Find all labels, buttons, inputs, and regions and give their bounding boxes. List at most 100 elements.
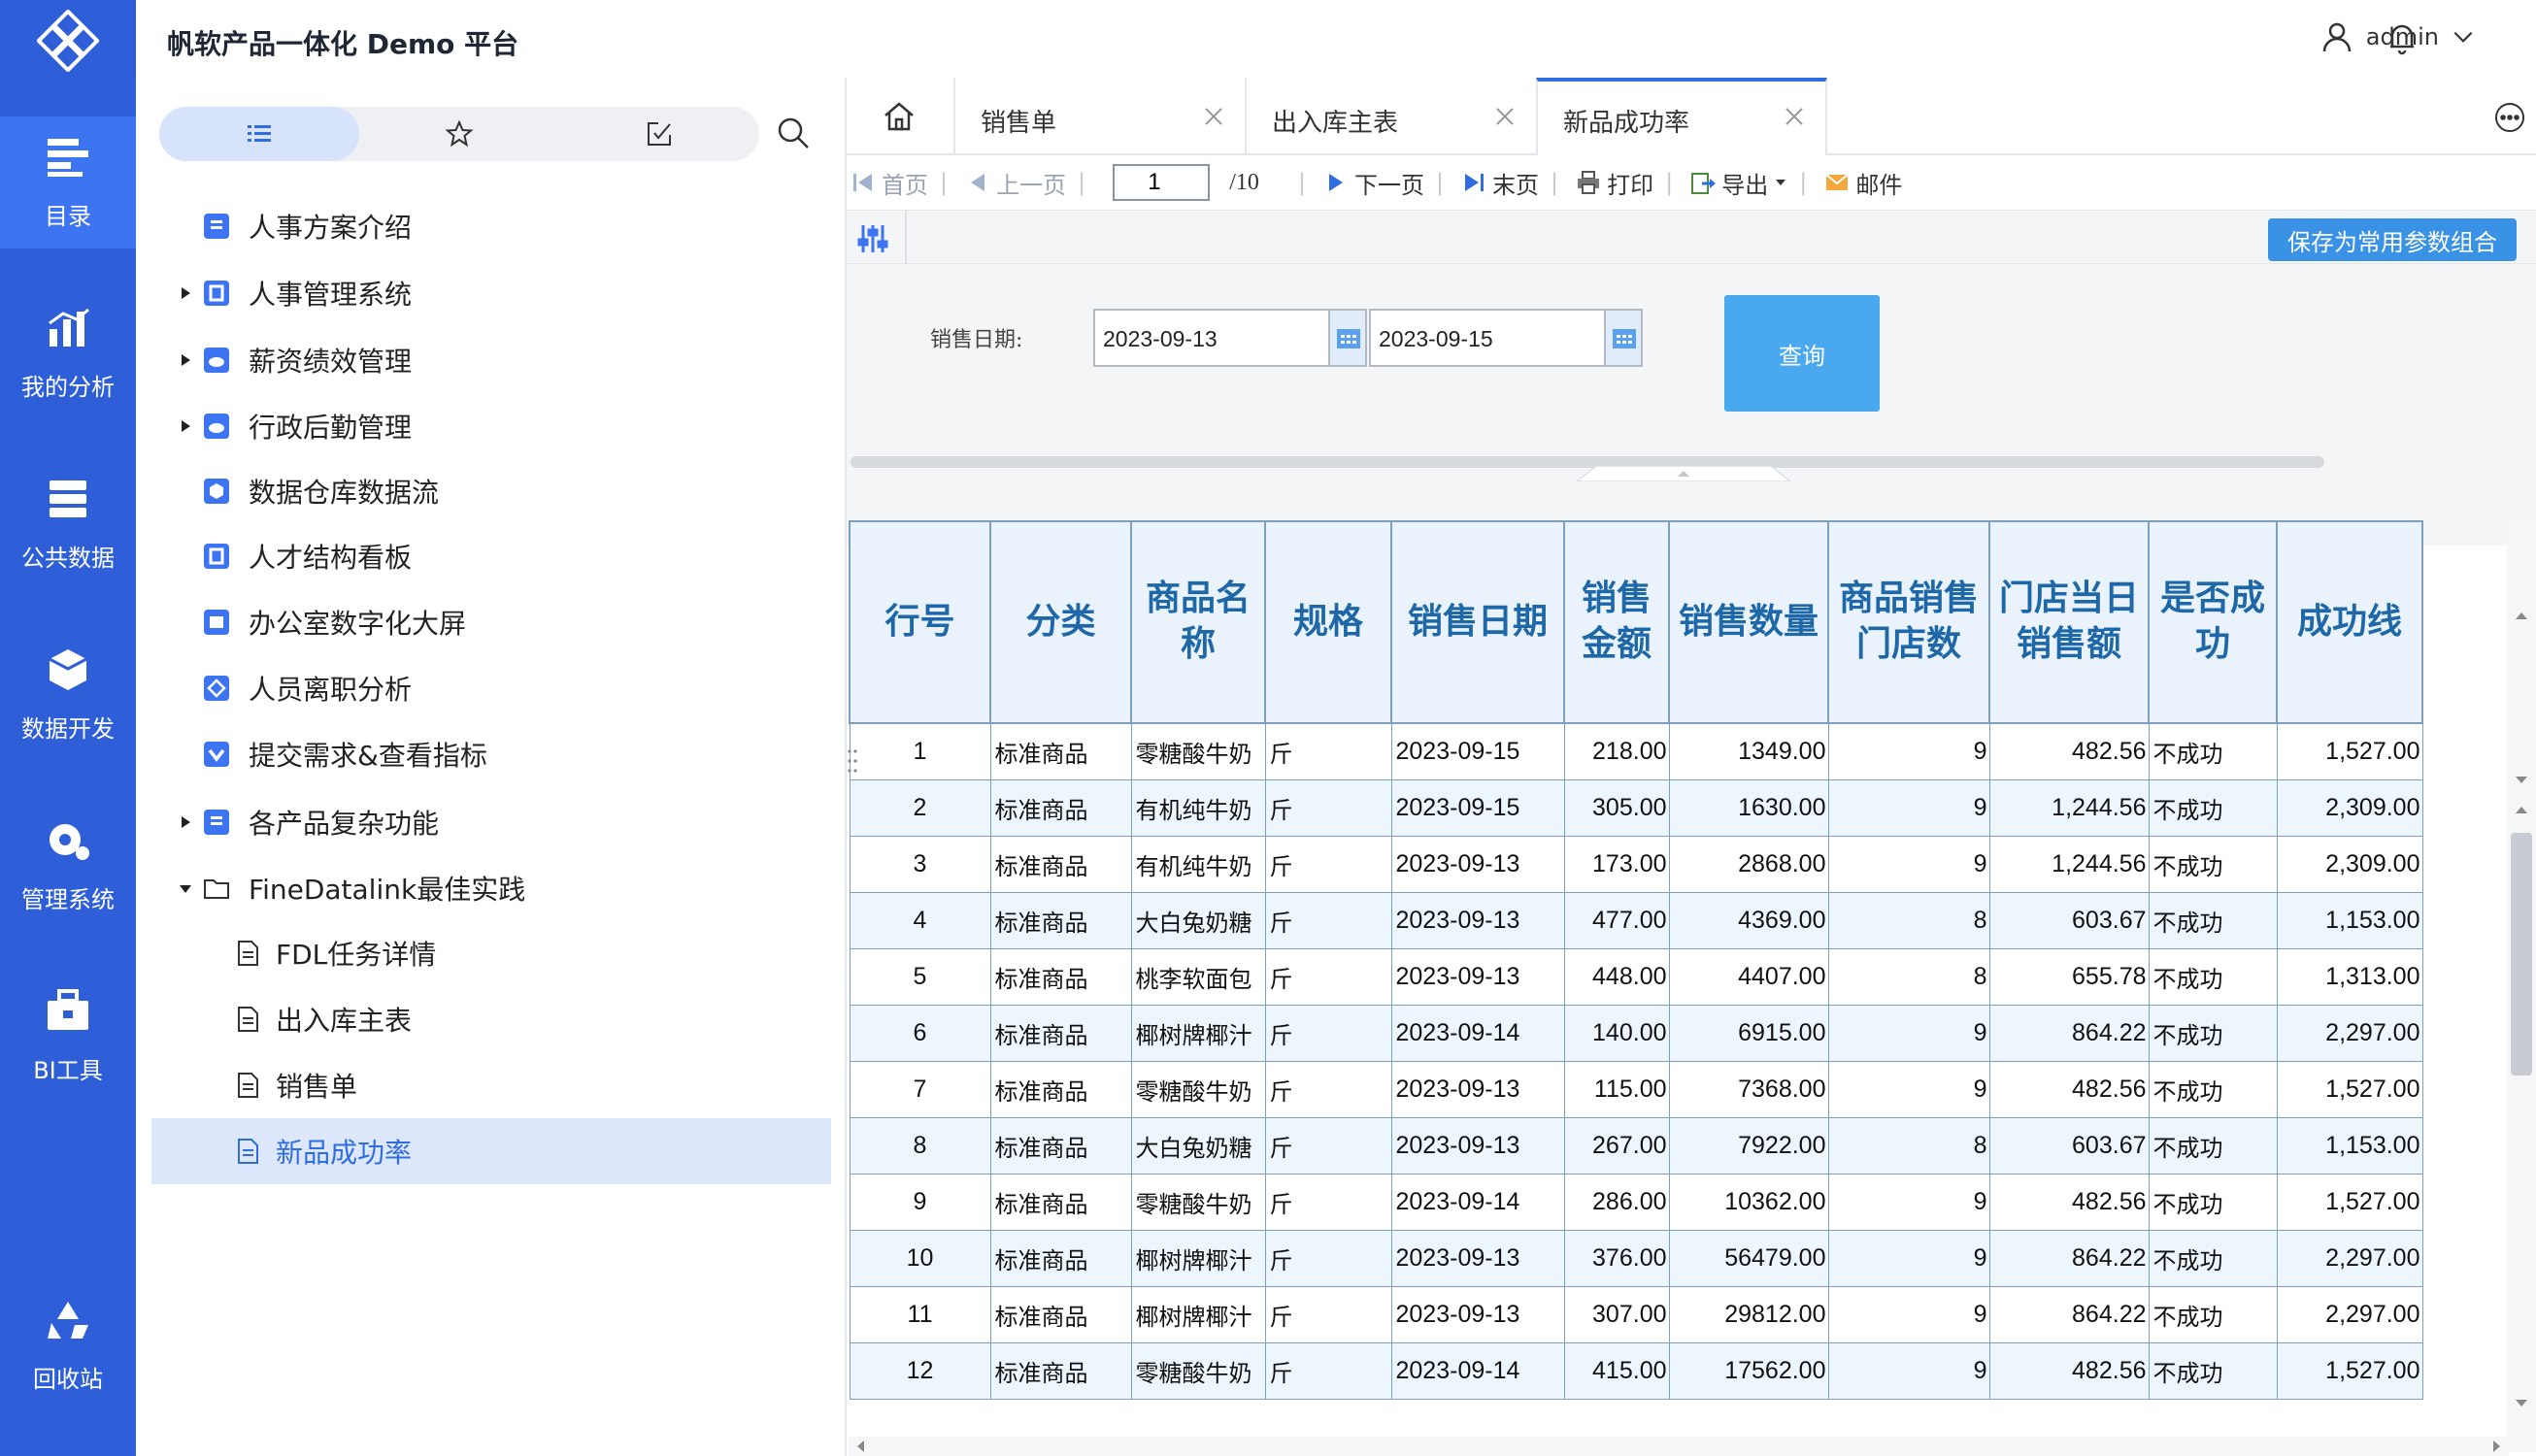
column-header[interactable]: 商品名称 (1130, 520, 1266, 724)
rail-item-bi-tools[interactable]: BI工具 (0, 971, 136, 1103)
tree-item[interactable]: 人员离职分析 (136, 660, 816, 716)
tree-item[interactable]: 人事方案介绍 (136, 198, 816, 254)
logo-icon[interactable] (37, 10, 99, 72)
first-page-button[interactable]: 首页 (851, 166, 928, 200)
table-cell: 11 (849, 1285, 991, 1343)
tree-item[interactable]: 提交需求&查看指标 (136, 726, 816, 782)
scrollbar-thumb[interactable] (2511, 833, 2532, 1075)
tab-favorites[interactable] (359, 107, 559, 161)
tree-item[interactable]: 行政后勤管理 (136, 398, 816, 454)
column-header[interactable]: 成功线 (2276, 520, 2423, 724)
table-cell: 482.56 (1988, 1173, 2150, 1231)
tree-item[interactable]: 销售单 (136, 1057, 816, 1113)
column-header[interactable]: 门店当日销售额 (1988, 520, 2150, 724)
tab-subscriptions[interactable] (559, 107, 759, 161)
scroll-up-icon[interactable] (2513, 802, 2530, 819)
table-cell: 8 (1827, 891, 1990, 949)
file-icon (238, 1139, 258, 1164)
close-icon[interactable] (1783, 105, 1806, 128)
drag-handle-icon[interactable] (847, 747, 858, 777)
mail-button[interactable]: 邮件 (1824, 166, 1902, 200)
column-header[interactable]: 行号 (849, 520, 991, 724)
table-cell: 9 (1827, 1173, 1990, 1231)
calendar-button[interactable] (1328, 311, 1365, 365)
rail-item-directory[interactable]: 目录 (0, 116, 136, 248)
table-cell: 不成功 (2148, 1341, 2278, 1400)
column-header[interactable]: 销售金额 (1563, 520, 1670, 724)
column-header[interactable]: 分类 (989, 520, 1132, 724)
rail-label: 数据开发 (21, 714, 115, 743)
scroll-left-icon[interactable] (852, 1438, 870, 1455)
tree-item[interactable]: 办公室数字化大屏 (136, 594, 816, 650)
scroll-up-icon[interactable] (2513, 608, 2530, 625)
caret-right-icon[interactable] (179, 815, 192, 829)
tree-item[interactable]: 人才结构看板 (136, 528, 816, 584)
caret-right-icon[interactable] (179, 353, 192, 367)
tree-item[interactable]: FDL任务详情 (136, 925, 816, 981)
cloud-icon (204, 414, 229, 439)
diamond-icon (204, 676, 229, 701)
last-page-button[interactable]: 末页 (1461, 166, 1539, 200)
tree-item[interactable]: 各产品复杂功能 (136, 794, 816, 850)
tab-list[interactable] (159, 107, 359, 161)
column-header[interactable]: 是否成功 (2148, 520, 2278, 724)
column-header[interactable]: 规格 (1264, 520, 1392, 724)
close-icon[interactable] (1202, 105, 1225, 128)
print-button[interactable]: 打印 (1576, 166, 1653, 200)
table-cell: 2,309.00 (2276, 835, 2423, 893)
tab-new-product-success[interactable]: 新品成功率 (1536, 78, 1827, 155)
home-icon[interactable] (882, 99, 917, 134)
tab-inventory-main[interactable]: 出入库主表 (1245, 78, 1536, 155)
table-cell: 2023-09-13 (1390, 835, 1565, 893)
query-button[interactable]: 查询 (1724, 295, 1880, 412)
content-area: 销售单 出入库主表 新品成功率 首页 | 上一页 | /10 | (845, 78, 2536, 1456)
prev-page-button[interactable]: 上一页 (965, 166, 1066, 200)
calendar-button[interactable] (1604, 311, 1641, 365)
search-icon[interactable] (775, 115, 812, 151)
start-date-field[interactable]: 2023-09-13 (1093, 309, 1367, 367)
scroll-down-icon[interactable] (2513, 1394, 2530, 1411)
tree-item[interactable]: 数据仓库数据流 (136, 463, 816, 519)
rail-item-data-dev[interactable]: 数据开发 (0, 629, 136, 761)
scroll-right-icon[interactable] (2487, 1438, 2505, 1455)
caret-right-icon[interactable] (179, 286, 192, 300)
table-cell: 5 (849, 947, 991, 1006)
table-cell: 864.22 (1988, 1285, 2150, 1343)
column-header[interactable]: 销售数量 (1668, 520, 1829, 724)
column-header[interactable]: 销售日期 (1390, 520, 1565, 724)
scroll-down-icon[interactable] (2513, 771, 2530, 788)
table-cell: 7368.00 (1668, 1060, 1829, 1118)
tree-item[interactable]: 出入库主表 (136, 991, 816, 1047)
next-page-button[interactable]: 下一页 (1323, 166, 1424, 200)
more-icon[interactable] (2493, 101, 2526, 134)
rail-item-management[interactable]: 管理系统 (0, 800, 136, 932)
table-header-row: 行号 分类 商品名称 规格 销售日期 销售金额 销售数量 商品销售门店数 门店当… (849, 520, 2423, 724)
save-params-button[interactable]: 保存为常用参数组合 (2268, 218, 2517, 261)
collapse-handle-icon[interactable] (1577, 466, 1790, 481)
report-icon (204, 214, 229, 239)
rail-label: 公共数据 (21, 544, 115, 572)
rail-item-recycle[interactable]: 回收站 (0, 1279, 136, 1411)
sliders-icon[interactable] (856, 222, 889, 255)
vertical-scrollbar[interactable] (2507, 520, 2536, 1452)
tab-bar: 销售单 出入库主表 新品成功率 (847, 78, 2536, 155)
table-cell: 零糖酸牛奶 (1130, 1173, 1266, 1231)
tree-item[interactable]: FineDatalink最佳实践 (136, 860, 816, 916)
rail-item-analysis[interactable]: 我的分析 (0, 287, 136, 419)
tree-item[interactable]: 薪资绩效管理 (136, 332, 816, 388)
table-cell: 415.00 (1563, 1341, 1670, 1400)
rail-item-public-data[interactable]: 公共数据 (0, 458, 136, 590)
page-number-input[interactable] (1113, 164, 1211, 201)
table-cell: 376.00 (1563, 1229, 1670, 1287)
tab-sales-order[interactable]: 销售单 (953, 78, 1245, 155)
column-header[interactable]: 商品销售门店数 (1827, 520, 1990, 724)
export-button[interactable]: 导出 (1690, 166, 1787, 200)
user-menu[interactable]: admin (2319, 19, 2476, 54)
caret-right-icon[interactable] (179, 419, 192, 433)
close-icon[interactable] (1493, 105, 1517, 128)
caret-down-icon[interactable] (179, 881, 192, 895)
tree-item[interactable]: 人事管理系统 (136, 265, 816, 321)
horizontal-scrollbar[interactable] (849, 1437, 2509, 1456)
end-date-field[interactable]: 2023-09-15 (1369, 309, 1643, 367)
tree-item-selected[interactable]: 新品成功率 (151, 1118, 831, 1184)
